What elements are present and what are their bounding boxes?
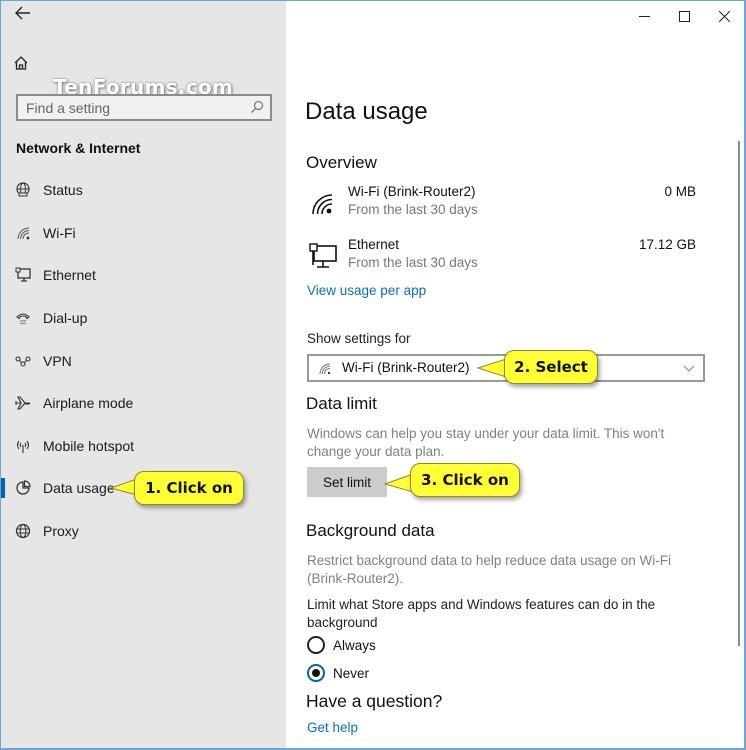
back-button[interactable] (11, 5, 35, 27)
wifi-icon (14, 224, 32, 242)
window-controls (624, 1, 744, 31)
page-title: Data usage (305, 98, 428, 125)
selected-network: Wi-Fi (Brink-Router2) (342, 360, 470, 375)
radio-never[interactable]: Never (307, 663, 369, 683)
home-icon (14, 56, 28, 70)
sidebar-item-label: Dial-up (43, 310, 88, 327)
view-usage-per-app-link[interactable]: View usage per app (307, 283, 426, 298)
network-period: From the last 30 days (348, 255, 478, 270)
hotspot-icon (14, 437, 32, 455)
home-button[interactable] (13, 55, 35, 77)
search-box[interactable] (16, 94, 272, 121)
usage-row-ethernet: Ethernet From the last 30 days 17.12 GB (306, 237, 696, 277)
sidebar-item-label: Proxy (43, 523, 79, 540)
show-settings-label: Show settings for (307, 331, 411, 346)
help-heading: Have a question? (306, 691, 443, 711)
network-name: Ethernet (348, 237, 400, 252)
sidebar-item-vpn[interactable]: VPN (1, 339, 286, 382)
callout-step-3: 3. Click on (410, 463, 520, 497)
sidebar-item-status[interactable]: Status (1, 169, 286, 212)
sidebar-item-airplane-mode[interactable]: Airplane mode (1, 382, 286, 425)
radio-label: Always (333, 637, 376, 653)
ethernet-icon (309, 243, 337, 268)
radio-always[interactable]: Always (307, 635, 376, 655)
pie-chart-icon (14, 479, 32, 497)
sidebar-item-label: VPN (43, 352, 72, 369)
data-limit-description: Windows can help you stay under your dat… (307, 426, 665, 459)
sidebar-item-label: Airplane mode (43, 395, 134, 412)
close-button[interactable] (704, 1, 744, 31)
callout-step-2: 2. Select (504, 350, 598, 384)
sidebar-item-mobile-hotspot[interactable]: Mobile hotspot (1, 425, 286, 468)
vpn-icon (14, 352, 32, 370)
settings-window: TenForums.com Network & Internet Status … (0, 0, 746, 750)
data-limit-heading: Data limit (306, 394, 377, 413)
wifi-icon (312, 194, 333, 215)
radio-circle[interactable] (307, 636, 325, 654)
sidebar-item-label: Wi-Fi (43, 224, 76, 241)
sidebar-item-label: Status (43, 182, 83, 199)
usage-value: 17.12 GB (638, 237, 696, 252)
active-indicator (1, 478, 5, 499)
sidebar-item-proxy[interactable]: Proxy (1, 510, 286, 553)
search-input[interactable] (18, 96, 238, 119)
sidebar-item-wifi[interactable]: Wi-Fi (1, 212, 286, 255)
set-limit-button[interactable]: Set limit (307, 467, 387, 497)
wifi-icon (319, 363, 331, 375)
airplane-icon (14, 394, 32, 412)
sidebar: TenForums.com Network & Internet Status … (1, 1, 286, 748)
background-data-description: Restrict background data to help reduce … (307, 553, 671, 586)
minimize-icon (638, 15, 650, 17)
dialup-icon (14, 309, 32, 327)
status-globe-icon (14, 181, 32, 199)
scrollbar[interactable] (738, 141, 740, 646)
callout-step-1: 1. Click on (134, 471, 244, 505)
radio-circle[interactable] (307, 664, 325, 682)
search-icon[interactable] (250, 100, 264, 114)
sidebar-item-label: Data usage (43, 480, 115, 497)
network-name: Wi-Fi (Brink-Router2) (348, 184, 476, 199)
close-icon (718, 10, 730, 22)
ethernet-icon (14, 266, 32, 284)
maximize-icon (678, 10, 690, 22)
back-arrow-icon (15, 6, 30, 20)
background-data-heading: Background data (306, 521, 435, 540)
get-help-link[interactable]: Get help (307, 720, 358, 735)
globe-icon (14, 522, 32, 540)
sidebar-item-dialup[interactable]: Dial-up (1, 297, 286, 340)
background-limit-question: Limit what Store apps and Windows featur… (307, 597, 656, 630)
network-period: From the last 30 days (348, 202, 478, 217)
maximize-button[interactable] (664, 1, 704, 31)
minimize-button[interactable] (624, 1, 664, 31)
section-title: Network & Internet (16, 140, 141, 156)
sidebar-item-ethernet[interactable]: Ethernet (1, 254, 286, 297)
sidebar-item-label: Mobile hotspot (43, 437, 135, 454)
sidebar-item-label: Ethernet (43, 267, 96, 284)
chevron-down-icon (683, 365, 695, 372)
usage-value: 0 MB (664, 184, 696, 199)
radio-label: Never (333, 665, 370, 681)
usage-row-wifi: Wi-Fi (Brink-Router2) From the last 30 d… (306, 184, 696, 224)
overview-heading: Overview (306, 153, 377, 172)
